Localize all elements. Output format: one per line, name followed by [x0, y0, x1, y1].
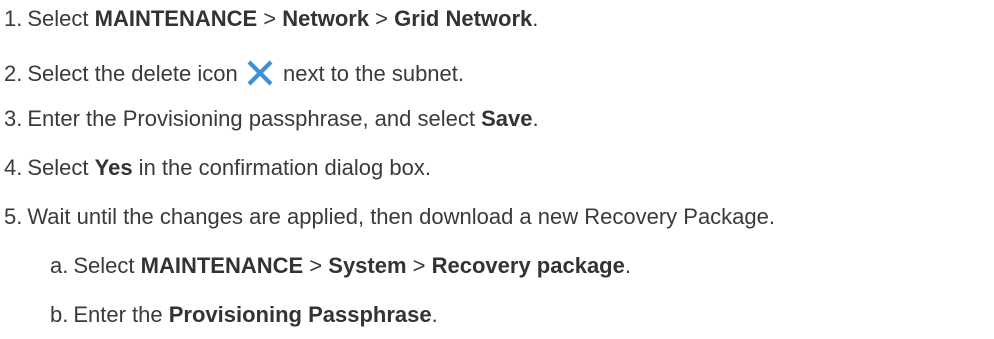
punctuation: .	[624, 253, 631, 278]
step-text: in the confirmation dialog box.	[132, 155, 431, 180]
separator: >	[303, 253, 329, 278]
punctuation: .	[532, 106, 539, 131]
menu-maintenance: MAINTENANCE	[94, 6, 258, 31]
separator: >	[257, 6, 283, 31]
step-4: 4. Select Yes in the confirmation dialog …	[4, 157, 431, 179]
step-number: 3.	[4, 106, 23, 131]
step-2: 2. Select the delete icon next to the sub…	[4, 59, 464, 87]
step-text: Select the delete icon	[27, 61, 238, 86]
step-5: 5. Wait until the changes are applied, th…	[4, 206, 775, 228]
provisioning-passphrase-label: Provisioning Passphrase	[168, 302, 432, 327]
menu-maintenance: MAINTENANCE	[140, 253, 304, 278]
menu-grid-network: Grid Network	[394, 6, 533, 31]
step-text: Wait until the changes are applied, then…	[27, 204, 776, 229]
step-1: 1. Select MAINTENANCE > Network > Grid Ne…	[4, 8, 538, 30]
substep-letter: a.	[50, 253, 69, 278]
menu-network: Network	[282, 6, 370, 31]
punctuation: .	[431, 302, 438, 327]
step-text: Select	[73, 253, 141, 278]
step-text: Select	[27, 155, 95, 180]
step-text: Select	[27, 6, 95, 31]
menu-system: System	[328, 253, 407, 278]
separator: >	[369, 6, 395, 31]
yes-label: Yes	[94, 155, 133, 180]
substep-b: b. Enter the Provisioning Passphrase.	[50, 304, 438, 326]
separator: >	[406, 253, 432, 278]
substep-a: a. Select MAINTENANCE > System > Recovery…	[50, 255, 631, 277]
delete-x-icon	[246, 59, 274, 87]
instruction-steps: 1. Select MAINTENANCE > Network > Grid Ne…	[0, 0, 994, 339]
step-number: 2.	[4, 61, 23, 86]
step-text: Enter the Provisioning passphrase, and s…	[27, 106, 482, 131]
step-number: 1.	[4, 6, 23, 31]
substep-letter: b.	[50, 302, 69, 327]
step-number: 5.	[4, 204, 23, 229]
step-text: next to the subnet.	[282, 61, 465, 86]
save-label: Save	[481, 106, 533, 131]
punctuation: .	[532, 6, 539, 31]
step-3: 3. Enter the Provisioning passphrase, and…	[4, 108, 539, 130]
menu-recovery-package: Recovery package	[431, 253, 625, 278]
step-text: Enter the	[73, 302, 169, 327]
step-number: 4.	[4, 155, 23, 180]
